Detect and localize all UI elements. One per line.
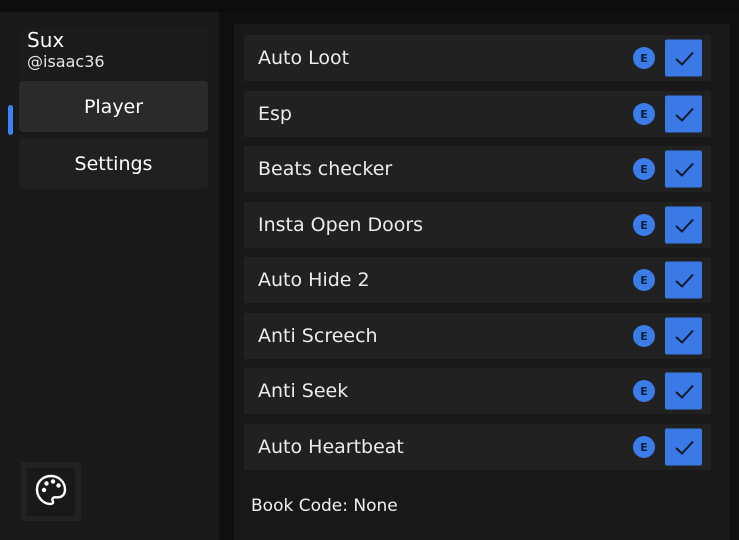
toggle-label: Esp bbox=[258, 103, 292, 125]
sidebar-item-settings[interactable]: Settings bbox=[19, 138, 208, 189]
checkmark-icon bbox=[674, 51, 694, 66]
toggle-checkbox[interactable] bbox=[665, 95, 702, 133]
toggle-label: Auto Loot bbox=[258, 47, 350, 69]
active-tab-indicator bbox=[8, 105, 13, 135]
keybind-badge[interactable]: E bbox=[633, 436, 655, 458]
toggle-label: Insta Open Doors bbox=[258, 214, 424, 236]
keybind-badge[interactable]: E bbox=[633, 214, 655, 236]
keybind-badge[interactable]: E bbox=[633, 103, 655, 125]
theme-button[interactable] bbox=[21, 462, 81, 521]
sidebar-item-player[interactable]: Player bbox=[19, 81, 208, 132]
toggle-checkbox[interactable] bbox=[665, 317, 702, 355]
toggle-label: Auto Hide 2 bbox=[258, 269, 370, 291]
sidebar-item-label: Settings bbox=[74, 152, 153, 175]
toggle-row-auto-loot: Auto Loot E bbox=[244, 35, 711, 81]
checkmark-icon bbox=[674, 162, 694, 177]
keybind-badge[interactable]: E bbox=[633, 325, 655, 347]
sidebar-item-label: Player bbox=[83, 95, 144, 118]
toggle-checkbox[interactable] bbox=[665, 39, 702, 77]
toggle-checkbox[interactable] bbox=[665, 261, 702, 299]
checkmark-icon bbox=[674, 218, 694, 233]
toggle-checkbox[interactable] bbox=[665, 206, 702, 244]
book-code-text: Book Code: None bbox=[251, 496, 398, 516]
sidebar: Sux @isaac36 Player Settings bbox=[0, 12, 219, 540]
toggle-label: Anti Screech bbox=[258, 325, 378, 347]
toggle-label: Beats checker bbox=[258, 158, 393, 180]
keybind-badge[interactable]: E bbox=[633, 47, 655, 69]
toggle-row-anti-seek: Anti Seek E bbox=[244, 368, 711, 414]
keybind-badge[interactable]: E bbox=[633, 158, 655, 180]
toggle-checkbox[interactable] bbox=[665, 428, 702, 466]
toggle-label: Auto Heartbeat bbox=[258, 436, 404, 458]
toggle-checkbox[interactable] bbox=[665, 372, 702, 410]
toggle-row-auto-hide-2: Auto Hide 2 E bbox=[244, 257, 711, 303]
main-content: Auto Loot E Esp E Beats checker E Insta … bbox=[219, 12, 739, 540]
checkmark-icon bbox=[674, 440, 694, 455]
palette-icon bbox=[34, 473, 68, 511]
profile-name: Sux bbox=[27, 28, 65, 52]
checkmark-icon bbox=[674, 329, 694, 344]
keybind-badge[interactable]: E bbox=[633, 380, 655, 402]
toggle-row-anti-screech: Anti Screech E bbox=[244, 313, 711, 359]
toggle-label: Anti Seek bbox=[258, 380, 349, 402]
checkmark-icon bbox=[674, 107, 694, 122]
toggles-panel: Auto Loot E Esp E Beats checker E Insta … bbox=[234, 24, 730, 540]
toggle-checkbox[interactable] bbox=[665, 150, 702, 188]
window-top-strip bbox=[0, 0, 739, 12]
toggle-row-esp: Esp E bbox=[244, 91, 711, 137]
checkmark-icon bbox=[674, 273, 694, 288]
keybind-badge[interactable]: E bbox=[633, 269, 655, 291]
profile-handle: @isaac36 bbox=[27, 52, 105, 71]
toggle-row-auto-heartbeat: Auto Heartbeat E bbox=[244, 424, 711, 470]
theme-button-inner bbox=[27, 467, 75, 516]
toggle-row-beats-checker: Beats checker E bbox=[244, 146, 711, 192]
checkmark-icon bbox=[674, 384, 694, 399]
toggle-row-insta-open-doors: Insta Open Doors E bbox=[244, 202, 711, 248]
